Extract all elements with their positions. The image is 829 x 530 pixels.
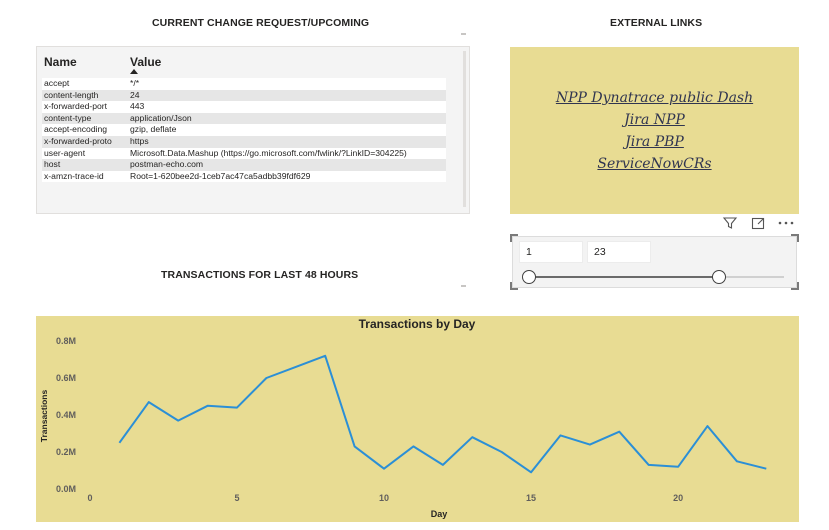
visual-drag-handle[interactable] — [461, 285, 466, 287]
data-point[interactable] — [499, 450, 504, 455]
table-row[interactable]: host postman-echo.com — [42, 159, 446, 171]
x-tick-label: 0 — [87, 493, 92, 503]
x-axis-label: Day — [431, 509, 448, 519]
table-row[interactable]: x-forwarded-port 443 — [42, 101, 446, 113]
cell-name: accept-encoding — [44, 124, 108, 135]
headers-table: Name Value accept */* content-length 24 x-fo… — [36, 46, 470, 214]
column-header-value[interactable]: Value — [130, 55, 161, 69]
cell-name: content-length — [44, 89, 99, 100]
filter-icon[interactable] — [722, 215, 738, 231]
cell-name: x-forwarded-proto — [44, 135, 112, 146]
table-row[interactable]: content-type application/Json — [42, 112, 446, 125]
y-tick-label: 0.8M — [56, 336, 76, 346]
cell-value: application/Json — [130, 112, 192, 123]
external-links-heading: EXTERNAL LINKS — [610, 17, 703, 29]
link-jira-npp[interactable]: Jira NPP — [510, 109, 799, 131]
change-request-heading: CURRENT CHANGE REQUEST/UPCOMING — [152, 17, 370, 29]
range-max-input[interactable]: 23 — [587, 241, 651, 263]
table-row[interactable]: x-forwarded-proto https — [42, 135, 446, 148]
data-point[interactable] — [558, 433, 563, 438]
data-point[interactable] — [264, 376, 269, 381]
data-point[interactable] — [705, 424, 710, 429]
cell-name: accept — [44, 78, 70, 88]
transactions-chart-card: Transactions by Day Day Transactions 0.0… — [36, 316, 799, 522]
slider-track-selected — [529, 276, 719, 278]
data-point[interactable] — [470, 435, 475, 440]
link-servicenow-crs[interactable]: ServiceNowCRs — [510, 153, 799, 175]
cell-name: host — [44, 159, 61, 170]
table-row[interactable]: accept */* — [42, 78, 446, 90]
x-tick-label: 20 — [673, 493, 683, 503]
sort-ascending-icon — [130, 69, 138, 74]
data-point[interactable] — [205, 403, 210, 408]
x-tick-label: 5 — [235, 493, 240, 503]
cell-name: user-agent — [44, 147, 86, 158]
y-tick-label: 0.4M — [56, 410, 76, 420]
transactions-line-chart: Transactions by Day Day Transactions 0.0… — [39, 317, 769, 519]
transactions-heading: TRANSACTIONS FOR LAST 48 HOURS — [161, 269, 359, 281]
data-point[interactable] — [293, 364, 298, 369]
data-point[interactable] — [176, 418, 181, 423]
link-jira-pbp[interactable]: Jira PBP — [510, 131, 799, 153]
table-row[interactable]: user-agent Microsoft.Data.Mashup (https:/… — [42, 147, 446, 160]
table-row[interactable]: content-length 24 — [42, 89, 446, 102]
y-tick-label: 0.0M — [56, 484, 76, 494]
x-tick-label: 10 — [379, 493, 389, 503]
cell-value: 24 — [130, 89, 140, 100]
x-axis: 0 5 10 15 20 — [87, 493, 683, 503]
external-links-card: NPP Dynatrace public Dash Jira NPP Jira … — [510, 47, 799, 214]
slider-handle-max[interactable] — [712, 270, 726, 284]
cell-name: content-type — [44, 112, 92, 123]
data-point[interactable] — [323, 353, 328, 358]
day-range-slicer: 1 23 — [510, 234, 799, 290]
data-point[interactable] — [587, 442, 592, 447]
y-tick-label: 0.2M — [56, 447, 76, 457]
cell-value: Root=1-620bee2d-1ceb7ac47ca5adbb39fdf629 — [130, 170, 311, 181]
data-point[interactable] — [117, 440, 122, 445]
column-header-name[interactable]: Name — [44, 55, 77, 69]
data-point[interactable] — [617, 429, 622, 434]
table-body: accept */* content-length 24 x-forwarded-por… — [42, 78, 446, 183]
cell-value: gzip, deflate — [130, 124, 177, 135]
more-options-icon[interactable] — [776, 215, 794, 231]
data-point[interactable] — [146, 400, 151, 405]
y-tick-label: 0.6M — [56, 373, 76, 383]
cell-value: 443 — [130, 101, 145, 112]
data-point[interactable] — [734, 459, 739, 464]
slider-handle-min[interactable] — [522, 270, 536, 284]
cell-value: postman-echo.com — [130, 159, 204, 170]
y-axis: 0.0M 0.2M 0.4M 0.6M 0.8M — [56, 336, 76, 494]
visual-drag-handle[interactable] — [461, 33, 466, 35]
range-min-input[interactable]: 1 — [519, 241, 583, 263]
cell-value: https — [130, 135, 149, 146]
table-row[interactable]: accept-encoding gzip, deflate — [42, 124, 446, 136]
data-point[interactable] — [411, 444, 416, 449]
cell-name: x-forwarded-port — [44, 101, 108, 112]
cell-name: x-amzn-trace-id — [44, 170, 104, 181]
table-scrollbar[interactable] — [463, 51, 466, 207]
cell-value: Microsoft.Data.Mashup (https://go.micros… — [130, 147, 407, 158]
series-line[interactable] — [118, 354, 767, 474]
focus-mode-icon[interactable] — [750, 215, 766, 231]
data-point[interactable] — [440, 462, 445, 467]
chart-title: Transactions by Day — [359, 317, 476, 331]
cell-value: */* — [130, 78, 140, 88]
series-layer — [117, 353, 769, 475]
table-row[interactable]: x-amzn-trace-id Root=1-620bee2d-1ceb7ac47… — [42, 170, 446, 183]
data-point[interactable] — [235, 405, 240, 410]
link-npp-dynatrace[interactable]: NPP Dynatrace public Dash — [510, 87, 799, 109]
table-header: Name Value — [42, 50, 446, 79]
data-point[interactable] — [529, 470, 534, 475]
y-axis-label: Transactions — [39, 390, 49, 443]
x-tick-label: 15 — [526, 493, 536, 503]
visual-header — [718, 214, 800, 232]
data-point[interactable] — [352, 444, 357, 449]
data-point[interactable] — [646, 462, 651, 467]
data-point[interactable] — [382, 466, 387, 471]
data-point[interactable] — [764, 466, 769, 471]
data-point[interactable] — [676, 464, 681, 469]
